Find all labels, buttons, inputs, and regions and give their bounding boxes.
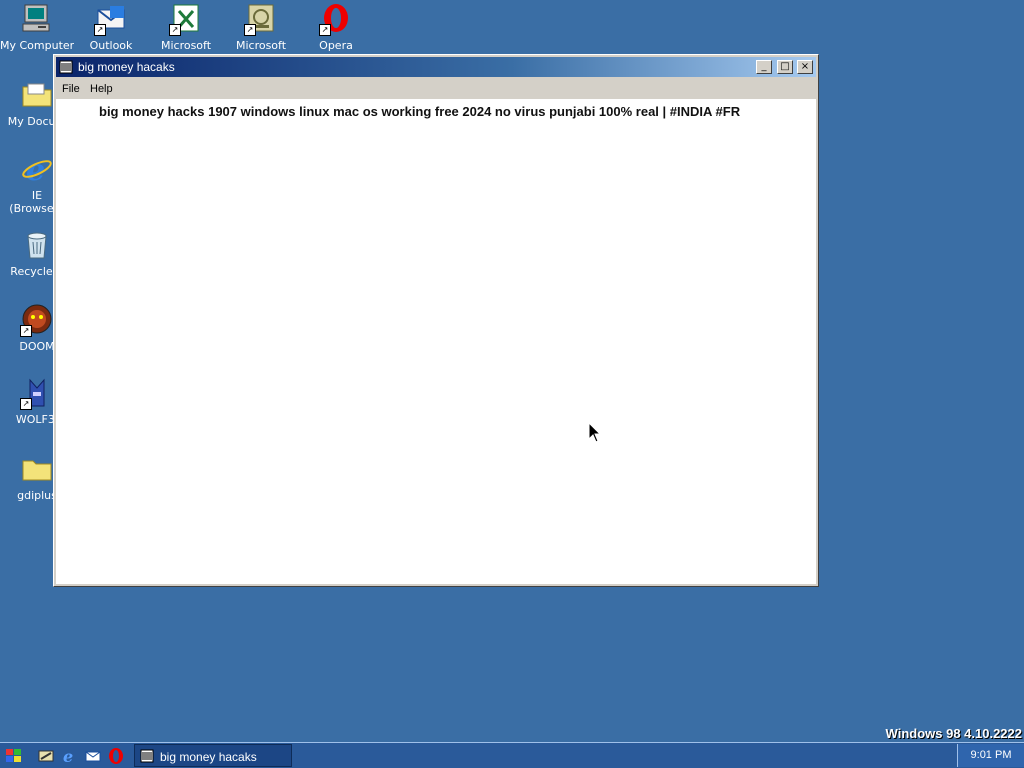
minimize-button[interactable]: _ [756,60,772,74]
taskbar-button-big-money-hacaks[interactable]: big money hacaks [134,744,292,767]
menu-file-label: File [62,83,80,95]
window-titlebar[interactable]: big money hacaks _ □ × [56,57,816,77]
excel-icon: ↗ [169,2,203,36]
app-taskbar-icon [140,749,154,763]
desktop-icon-label: Outlook [89,39,133,52]
desktop-icon-excel[interactable]: ↗ Microsoft [149,2,223,52]
minimize-icon: _ [761,61,767,72]
menu-file[interactable]: File [62,83,80,95]
content-text: big money hacks 1907 windows linux mac o… [99,104,741,119]
opera-quicklaunch-icon[interactable] [107,747,125,765]
start-button[interactable] [5,747,23,765]
mouse-cursor-icon [588,422,602,443]
folder-icon [20,78,54,112]
desktop-icon-project[interactable]: ↗ Microsoft [224,2,298,52]
desktop-icon-label: Microsoft [160,39,212,52]
svg-text:e: e [63,747,73,765]
outlook-quicklaunch-icon[interactable] [84,747,102,765]
shortcut-arrow-icon: ↗ [94,24,106,36]
desktop-icon-opera[interactable]: ↗ Opera [299,2,373,52]
opera-icon: ↗ [319,2,353,36]
close-icon: × [800,61,810,72]
window-title: big money hacaks [78,60,175,74]
project-icon: ↗ [244,2,278,36]
svg-text:e: e [26,153,45,186]
os-version-watermark: Windows 98 4.10.2222 [885,726,1022,741]
shortcut-arrow-icon: ↗ [319,24,331,36]
desktop: My Computer ↗ Outlook ↗ Microsoft ↗ Micr… [0,0,1024,742]
maximize-icon: □ [780,61,790,72]
app-window: big money hacaks _ □ × File Help big mon… [53,54,819,587]
menu-help-label: Help [90,83,113,95]
wolf3d-icon: ↗ [20,376,54,410]
shortcut-arrow-icon: ↗ [169,24,181,36]
ie-quicklaunch-icon[interactable]: e [61,747,79,765]
taskbar-button-label: big money hacaks [160,750,257,764]
window-client-area[interactable]: big money hacks 1907 windows linux mac o… [56,99,816,584]
shortcut-arrow-icon: ↗ [20,325,32,337]
taskbar: e big money hacaks 9:01 PM [0,742,1024,768]
close-button[interactable]: × [797,60,813,74]
menu-bar: File Help [56,79,816,99]
desktop-icon-label: My Computer [0,39,74,52]
menu-help[interactable]: Help [90,83,113,95]
app-icon[interactable] [59,60,73,74]
outlook-icon: ↗ [94,2,128,36]
doom-icon: ↗ [20,303,54,337]
maximize-button[interactable]: □ [777,60,793,74]
shortcut-arrow-icon: ↗ [244,24,256,36]
desktop-icon-my-computer[interactable]: My Computer [0,2,74,52]
desktop-icon-label: Microsoft [235,39,287,52]
desktop-icon-label: Opera [319,39,353,52]
shortcut-arrow-icon: ↗ [20,398,32,410]
desktop-icon-outlook[interactable]: ↗ Outlook [74,2,148,52]
folder-icon [20,452,54,486]
system-tray-clock[interactable]: 9:01 PM [957,744,1024,767]
recycle-bin-icon [20,228,54,262]
ie-icon: e [20,152,54,188]
computer-icon [20,2,54,36]
show-desktop-icon[interactable] [37,747,55,765]
